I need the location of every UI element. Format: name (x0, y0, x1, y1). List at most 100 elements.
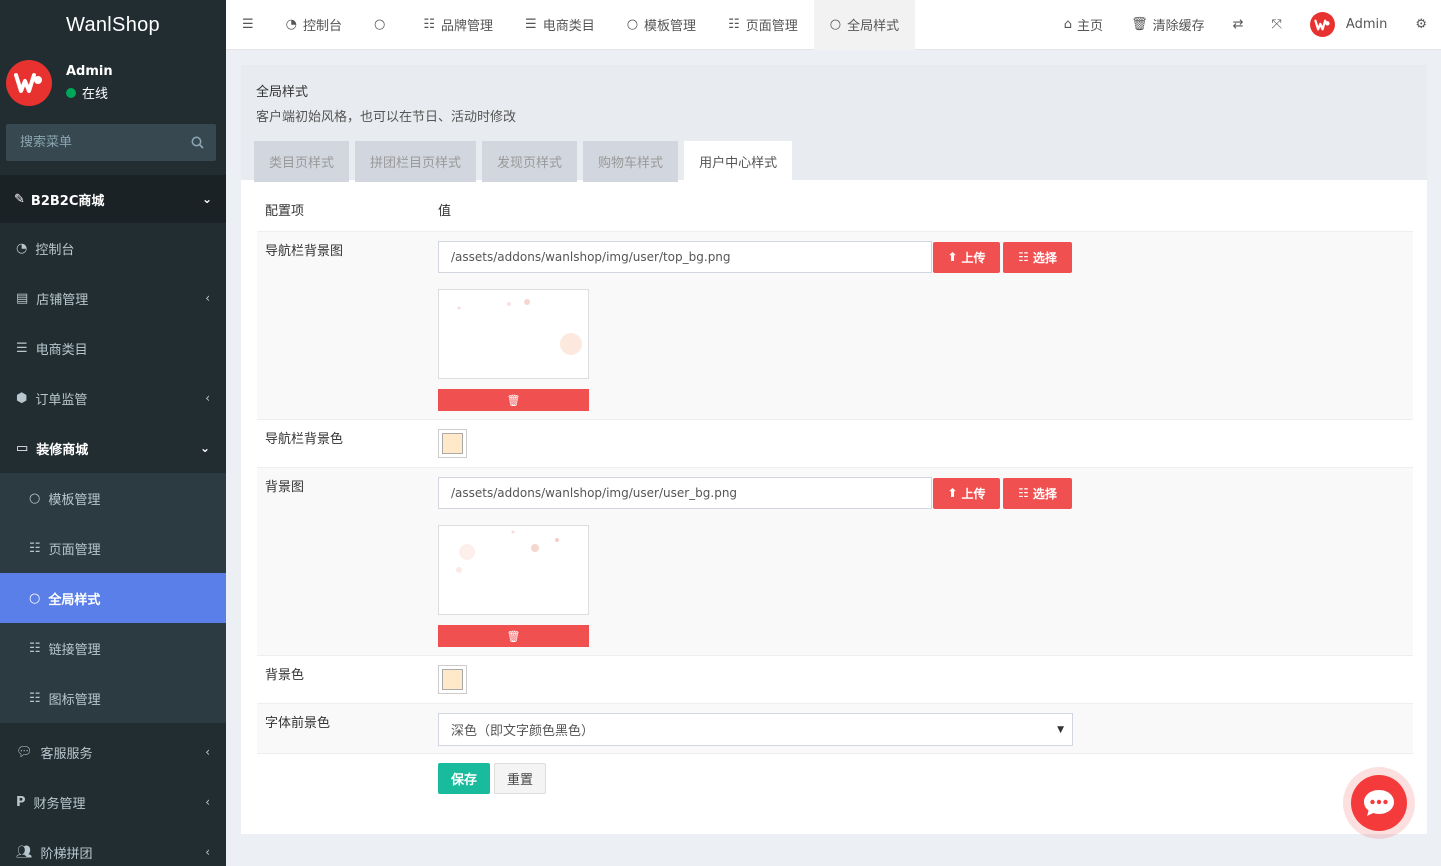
user-name: Admin (66, 64, 113, 79)
sidebar-item-label: 控制台 (35, 242, 75, 258)
save-button[interactable]: 保存 (438, 763, 490, 794)
language-button[interactable]: ⇄ (1219, 0, 1258, 50)
tab-pages[interactable]: ☷ 页面管理 (712, 0, 814, 50)
tab-label: 电商类目 (542, 19, 595, 34)
floating-chat-button[interactable] (1343, 767, 1415, 839)
nav-bg-color-picker[interactable] (438, 429, 467, 458)
page-description: 客户端初始风格，也可以在节日、活动时修改 (256, 110, 517, 125)
magic-wand-icon: ✎ (14, 191, 25, 207)
sidebar-item-decoration[interactable]: ▭ 装修商城 ⌄ (0, 423, 226, 473)
circle-icon: ○ (29, 590, 41, 606)
table-row: 背景色 (257, 655, 1413, 703)
sidebar-group-label: B2B2C商城 (30, 193, 105, 209)
sidebar-item-label: 链接管理 (48, 642, 101, 658)
sidebar-item-label: 页面管理 (48, 542, 101, 558)
upload-button[interactable]: ⬆ 上传 (933, 241, 1000, 273)
tab-category[interactable]: ☰ 电商类目 (509, 0, 611, 50)
sidebar-menu: ✎ B2B2C商城 ⌄ ◔ 控制台 ▤ 店铺管理 ‹ ☰ 电商类目 ⬢ 订单监管 ‹ ▭ 装… (0, 175, 226, 866)
chevron-left-icon: ‹ (205, 291, 210, 305)
hamburger-icon: ☰ (242, 17, 254, 32)
nav-bg-image-input[interactable] (438, 241, 932, 273)
sidebar-item-customer-service[interactable]: 💬︎ 客服服务 ‹ (0, 727, 226, 777)
table-row: 导航栏背景图 ⬆上传 ☷选择 🗑︎ (257, 231, 1413, 419)
chat-bubble (1351, 775, 1407, 831)
upload-button[interactable]: ⬆ 上传 (933, 477, 1000, 509)
shop-icon: ▤ (16, 290, 29, 306)
choose-button[interactable]: ☷ 选择 (1003, 241, 1072, 273)
user-menu[interactable]: Admin (1296, 0, 1401, 50)
app-logo[interactable]: WanlShop (0, 0, 226, 50)
sidebar-item-category[interactable]: ☰ 电商类目 (0, 323, 226, 373)
sidebar-item-pages[interactable]: ☷ 页面管理 (0, 523, 226, 573)
sidebar-toggle[interactable]: ☰ (226, 0, 270, 50)
row-label: 字体前景色 (265, 716, 331, 731)
sidebar-item-finance[interactable]: P 财务管理 ‹ (0, 777, 226, 827)
preview-thumbnail (457, 299, 582, 355)
circle-icon: ○ (829, 17, 842, 32)
sidebar-item-templates[interactable]: ○ 模板管理 (0, 473, 226, 523)
sidebar-item-icons[interactable]: ☷ 图标管理 (0, 673, 226, 723)
sidebar-group-b2b2c[interactable]: ✎ B2B2C商城 ⌄ (0, 175, 226, 223)
sidebar-item-global-style[interactable]: ○ 全局样式 (0, 573, 226, 623)
tab-templates[interactable]: ○ 模板管理 (611, 0, 712, 50)
upload-label: 上传 (961, 486, 986, 501)
sidebar-item-label: 阶梯拼团 (40, 846, 93, 862)
tab-cart-style[interactable]: 购物车样式 (583, 141, 679, 182)
search-icon[interactable] (191, 136, 204, 149)
reset-button[interactable]: 重置 (494, 763, 546, 794)
sidebar-item-label: 店铺管理 (36, 292, 89, 308)
color-swatch-fill (442, 433, 463, 454)
tab-brand[interactable]: ☷ 品牌管理 (407, 0, 509, 50)
choose-label: 选择 (1032, 250, 1057, 265)
dashboard-icon: ◔ (16, 240, 28, 256)
fullscreen-button[interactable]: ⤧ (1258, 0, 1296, 50)
brand-w-icon (1314, 19, 1330, 30)
clear-cache-button[interactable]: 🗑︎ 清除缓存 (1117, 0, 1219, 50)
brand-w-icon (14, 73, 42, 93)
font-color-select[interactable]: 深色（即文字颜色黑色） ▼ (438, 713, 1073, 746)
bg-image-input[interactable] (438, 477, 932, 509)
tab-untitled[interactable]: ○ (358, 0, 407, 50)
user-status: 在线 (66, 83, 113, 102)
table-row: 背景图 ⬆上传 ☷选择 🗑︎ (257, 467, 1413, 655)
tab-label: 页面管理 (745, 19, 798, 34)
tab-dashboard[interactable]: ◔ 控制台 (270, 0, 358, 50)
chevron-left-icon: ‹ (205, 745, 210, 759)
tab-category-style[interactable]: 类目页样式 (254, 141, 350, 182)
sidebar: WanlShop Admin 在线 ✎ B2B2C商城 ⌄ ◔ 控制台 ▤ 店铺管理 … (0, 0, 226, 866)
settings-button[interactable]: ⚙ (1401, 0, 1441, 50)
list-icon: ☷ (728, 17, 740, 32)
delete-image-button[interactable]: 🗑︎ (438, 625, 589, 647)
sidebar-item-shop[interactable]: ▤ 店铺管理 ‹ (0, 273, 226, 323)
home-label: 主页 (1077, 19, 1104, 34)
tab-groupbuy-style[interactable]: 拼团栏目页样式 (355, 141, 477, 182)
chat-icon: 💬︎ (16, 744, 33, 760)
row-label: 背景图 (265, 480, 305, 495)
sidebar-item-links[interactable]: ☷ 链接管理 (0, 623, 226, 673)
tab-user-center-style[interactable]: 用户中心样式 (684, 141, 793, 182)
home-link[interactable]: ⌂ 主页 (1050, 0, 1117, 50)
delete-image-button[interactable]: 🗑︎ (438, 389, 589, 411)
sidebar-item-group-buy[interactable]: 👥︎ 阶梯拼团 ‹ (0, 827, 226, 866)
trash-icon: 🗑︎ (506, 629, 521, 643)
users-icon: 👥︎ (16, 844, 33, 860)
menu-search-input[interactable] (20, 135, 170, 150)
tab-global-style[interactable]: ○ 全局样式 (813, 0, 916, 50)
top-right-actions: ⌂ 主页 🗑︎ 清除缓存 ⇄ ⤧ Admin ⚙ (1050, 0, 1441, 50)
sidebar-item-dashboard[interactable]: ◔ 控制台 (0, 223, 226, 273)
choose-button[interactable]: ☷ 选择 (1003, 477, 1072, 509)
sidebar-item-orders[interactable]: ⬢ 订单监管 ‹ (0, 373, 226, 423)
translate-icon: ⇄ (1232, 17, 1244, 32)
preview-thumbnail (456, 530, 559, 573)
image-preview[interactable] (438, 289, 589, 379)
tab-discover-style[interactable]: 发现页样式 (482, 141, 578, 182)
online-dot-icon (66, 87, 76, 98)
circle-icon: ○ (626, 17, 639, 32)
bg-color-picker[interactable] (438, 665, 467, 694)
sidebar-item-label: 装修商城 (36, 442, 89, 458)
sidebar-item-label: 订单监管 (35, 392, 88, 408)
upload-icon: ⬆ (947, 250, 958, 264)
image-preview[interactable] (438, 525, 589, 615)
tab-label: 控制台 (303, 19, 343, 34)
chat-bubble-icon (1364, 790, 1394, 816)
